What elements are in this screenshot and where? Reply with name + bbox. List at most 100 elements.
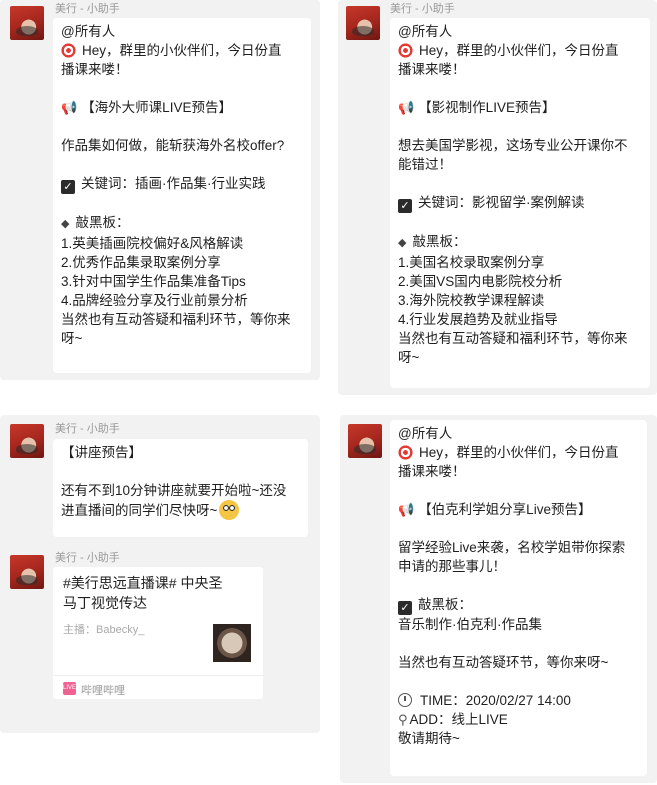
- message-line: ⚲ ADD：线上LIVE: [398, 710, 639, 729]
- message-line: 4.行业发展趋势及就业指导: [398, 310, 642, 329]
- message-line: 作品集如何做，能斩获海外名校offer?: [61, 136, 303, 155]
- message-line: [61, 155, 303, 174]
- message-line: [398, 519, 639, 538]
- message-line: @所有人: [398, 22, 642, 41]
- message-line: 播课来喽！: [398, 60, 642, 79]
- message-line: 📢 【海外大师课LIVE预告】: [61, 98, 303, 117]
- message-line: 进直播间的同学们尽快呀~: [61, 500, 300, 520]
- message-text: 当然也有互动答疑环节，等你来呀~: [398, 655, 609, 670]
- message-line: 当然也有互动答疑和福利环节，等你来: [398, 329, 642, 348]
- message-text: 播课来喽！: [398, 62, 466, 77]
- message-line: ✓ 敲黑板：: [398, 595, 639, 615]
- message-text: 敲黑板：: [75, 215, 130, 230]
- message-text: @所有人: [398, 24, 453, 39]
- message-text: 呀~: [61, 331, 83, 346]
- sender-name: 美行 - 小助手: [55, 423, 120, 435]
- message-line: [398, 117, 642, 136]
- message-text: 1.英美插画院校偏好&风格解读: [61, 236, 244, 251]
- pin-icon: ⚲: [398, 712, 408, 727]
- card-host: 主播：Babecky_: [63, 624, 145, 636]
- message-text: 关键词：影视留学·案例解读: [418, 195, 585, 210]
- avatar[interactable]: [348, 424, 382, 458]
- message-text: 3.海外院校教学课程解读: [398, 293, 545, 308]
- message-text: 2.优秀作品集录取案例分享: [61, 255, 221, 270]
- message-line: 留学经验Live来袭，名校学姐带你探索: [398, 538, 639, 557]
- message-line: 想去美国学影视，这场专业公开课你不: [398, 136, 642, 155]
- megaphone-icon: 📢: [61, 100, 78, 115]
- sender-name: 美行 - 小助手: [55, 3, 120, 15]
- message-line: 当然也有互动答疑和福利环节，等你来: [61, 310, 303, 329]
- message-line: [398, 213, 642, 232]
- message-bubble: @所有人 Hey，群里的小伙伴们，今日份直播课来喽！ 📢 【伯克利学姐分享Live预告…: [390, 420, 647, 776]
- message-line: [398, 672, 639, 691]
- live-share-card[interactable]: #美行思远直播课# 中央圣马丁视觉传达 主播：Babecky_ LIVE 哔哩哔…: [53, 567, 263, 699]
- message-text: 4.品牌经验分享及行业前景分析: [61, 293, 248, 308]
- message-text: 敲黑板：: [412, 234, 467, 249]
- message-line: 2.优秀作品集录取案例分享: [61, 253, 303, 272]
- message-text: TIME：2020/02/27 14:00: [420, 693, 571, 708]
- message-text: 【伯克利学姐分享Live预告】: [418, 502, 592, 517]
- diamond-icon: ◆: [61, 218, 70, 230]
- message-line: [398, 174, 642, 193]
- target-icon: [398, 43, 413, 58]
- target-icon: [398, 445, 413, 460]
- message-line: 1.美国名校录取案例分享: [398, 253, 642, 272]
- message-line: [398, 576, 639, 595]
- message-bubble: 【讲座预告】还有不到10分钟讲座就要开始啦~还没进直播间的同学们尽快呀~: [53, 439, 308, 537]
- message-line: 播课来喽！: [398, 462, 639, 481]
- card-divider: [53, 675, 263, 676]
- megaphone-icon: 📢: [398, 502, 415, 517]
- chat-panel-4: @所有人 Hey，群里的小伙伴们，今日份直播课来喽！ 📢 【伯克利学姐分享Live预告…: [340, 415, 657, 783]
- message-line: [398, 481, 639, 500]
- message-line: [61, 117, 303, 136]
- message-text: 【讲座预告】: [61, 445, 142, 460]
- message-line: Hey，群里的小伙伴们，今日份直: [398, 41, 642, 60]
- message-line: [61, 194, 303, 213]
- check-icon: ✓: [398, 601, 412, 615]
- avatar[interactable]: [10, 424, 44, 458]
- avatar[interactable]: [346, 6, 380, 40]
- message-text: 进直播间的同学们尽快呀~: [61, 503, 218, 518]
- message-bubble: @所有人 Hey，群里的小伙伴们，今日份直 播课来喽！ 📢 【海外大师课LIVE预告】作…: [53, 18, 311, 373]
- message-line: [398, 634, 639, 653]
- message-line: ◆ 敲黑板：: [398, 232, 642, 253]
- message-line: 能错过！: [398, 155, 642, 174]
- check-icon: ✓: [398, 199, 412, 213]
- message-line: 1.英美插画院校偏好&风格解读: [61, 234, 303, 253]
- message-line: [61, 79, 303, 98]
- message-text: 播课来喽！: [398, 464, 466, 479]
- message-text: 想去美国学影视，这场专业公开课你不: [398, 138, 628, 153]
- avatar[interactable]: [10, 555, 44, 589]
- message-text: @所有人: [398, 426, 453, 441]
- message-line: 4.品牌经验分享及行业前景分析: [61, 291, 303, 310]
- message-line: @所有人: [398, 424, 639, 443]
- message-text: 【海外大师课LIVE预告】: [81, 100, 232, 115]
- message-text: 1.美国名校录取案例分享: [398, 255, 545, 270]
- message-line: Hey，群里的小伙伴们，今日份直: [61, 41, 303, 60]
- message-text: 关键词：插画·作品集·行业实践: [81, 176, 266, 191]
- message-line: 📢 【伯克利学姐分享Live预告】: [398, 500, 639, 519]
- check-icon: ✓: [61, 180, 75, 194]
- message-text: 留学经验Live来袭，名校学姐带你探索: [398, 540, 626, 555]
- message-text: 能错过！: [398, 157, 452, 172]
- diamond-icon: ◆: [398, 237, 407, 249]
- message-text: Hey，群里的小伙伴们，今日份直: [419, 445, 619, 460]
- message-line: TIME：2020/02/27 14:00: [398, 691, 639, 710]
- message-text: ADD：线上LIVE: [409, 712, 508, 727]
- message-line: @所有人: [61, 22, 303, 41]
- message-line: 还有不到10分钟讲座就要开始啦~还没: [61, 481, 300, 500]
- message-line: ✓ 关键词：插画·作品集·行业实践: [61, 174, 303, 194]
- avatar[interactable]: [10, 6, 44, 40]
- chat-panel-2: 美行 - 小助手 @所有人 Hey，群里的小伙伴们，今日份直 播课来喽！ 📢 【影视制作…: [338, 0, 657, 395]
- message-line: 3.针对中国学生作品集准备Tips: [61, 272, 303, 291]
- message-text: @所有人: [61, 24, 116, 39]
- message-line: 2.美国VS国内电影院校分析: [398, 272, 642, 291]
- message-line: 敬请期待~: [398, 729, 639, 748]
- message-text: 播课来喽！: [61, 62, 129, 77]
- smile-emoji-icon: [219, 500, 240, 520]
- message-line: 呀~: [61, 329, 303, 348]
- megaphone-icon: 📢: [398, 100, 415, 115]
- bilibili-live-icon: LIVE: [63, 682, 76, 695]
- message-line: 申请的那些事儿！: [398, 557, 639, 576]
- card-source: 哔哩哔哩: [81, 685, 125, 697]
